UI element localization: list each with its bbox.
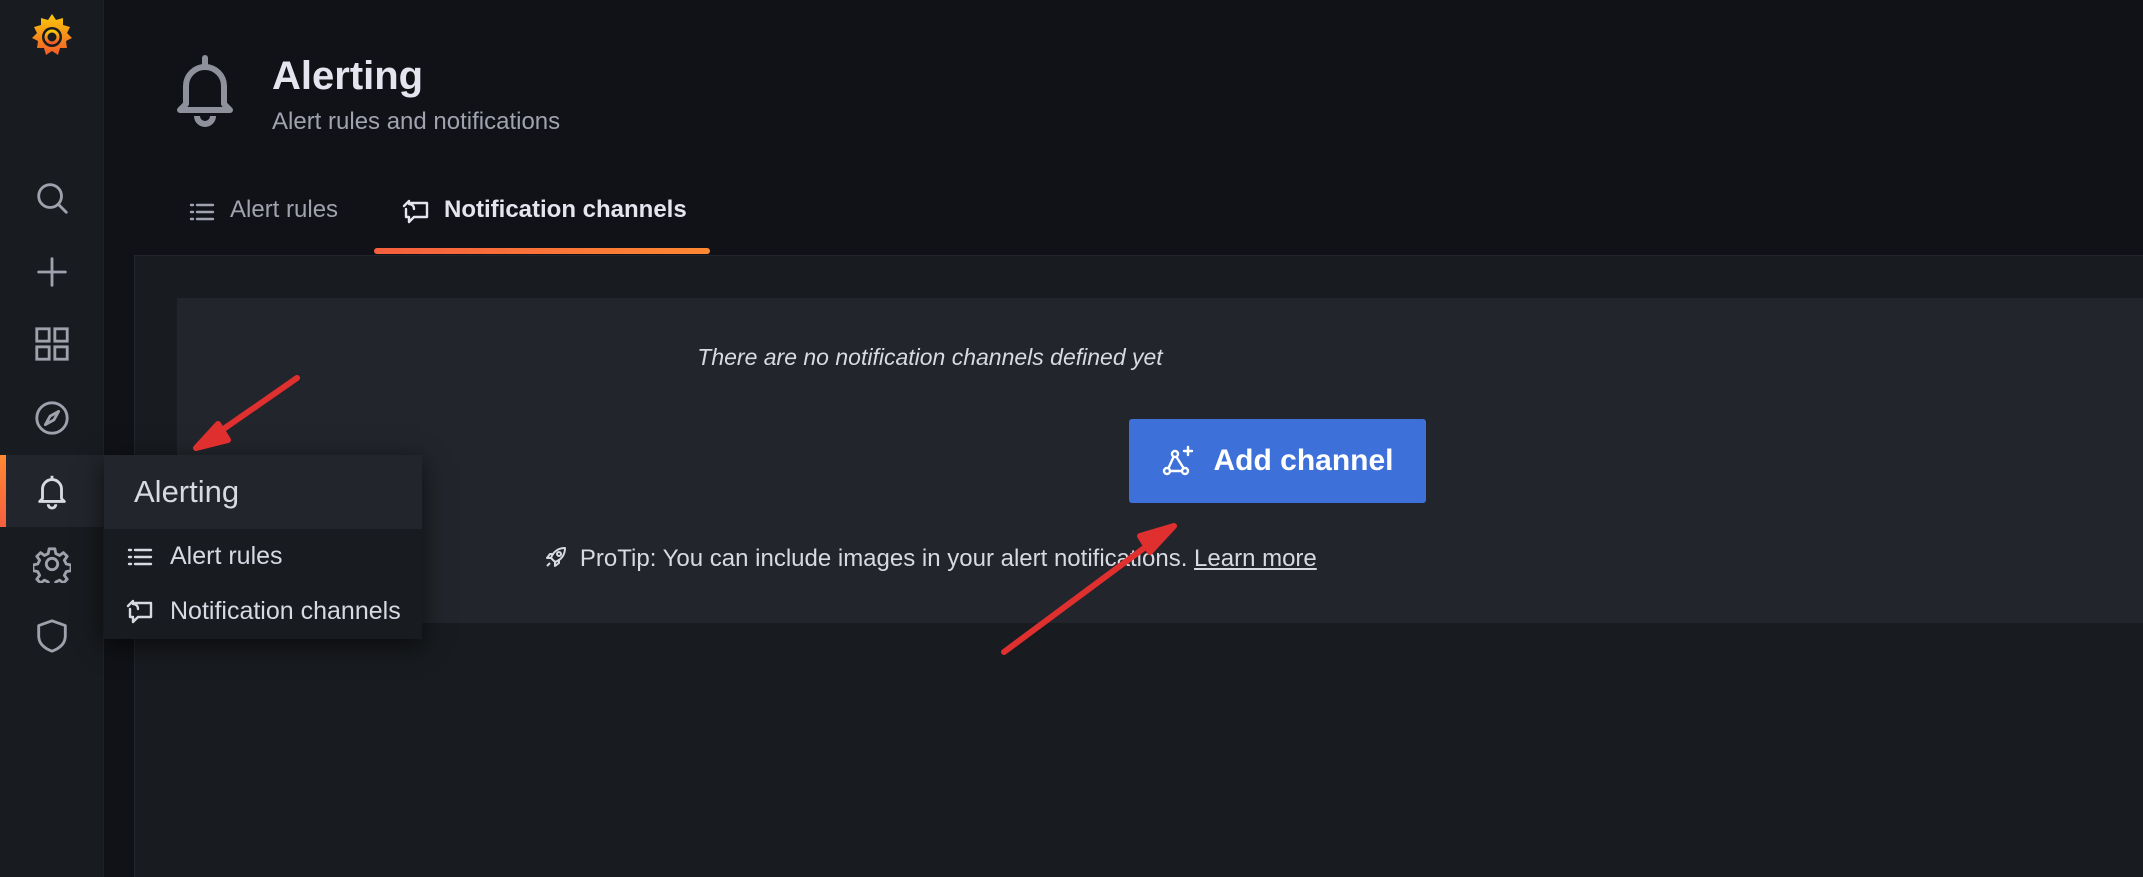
comment-alt-share-icon <box>402 199 429 224</box>
page-header: Alerting Alert rules and notifications A… <box>134 0 2143 255</box>
add-channel-label: Add channel <box>1213 444 1394 477</box>
add-channel-button[interactable]: Add channel <box>1129 419 1426 503</box>
tab-label: Alert rules <box>230 196 339 223</box>
tab-label: Notification channels <box>444 196 687 223</box>
cog-icon <box>33 547 71 583</box>
grafana-logo[interactable] <box>26 10 78 62</box>
active-tab-indicator <box>374 248 710 254</box>
page-title: Alerting <box>272 54 424 98</box>
sidebar-item-explore[interactable] <box>0 382 104 454</box>
compass-icon <box>35 401 69 435</box>
sidebar-item-server-admin[interactable] <box>0 600 104 672</box>
bell-icon <box>177 55 233 127</box>
bell-icon <box>38 475 66 510</box>
sidebar-item-alerting[interactable] <box>0 455 104 527</box>
flyout-item-label: Alert rules <box>170 542 283 570</box>
rocket-icon <box>546 547 567 567</box>
channel-add-icon <box>1163 445 1194 476</box>
comment-alt-share-icon <box>126 599 153 623</box>
alerting-flyout-menu: Alerting Alert rules Notification channe… <box>104 455 422 639</box>
flyout-item-alert-rules[interactable]: Alert rules <box>104 529 422 584</box>
learn-more-link[interactable]: Learn more <box>1194 545 1317 572</box>
sidebar <box>0 0 104 877</box>
list-icon <box>189 203 215 221</box>
page-subtitle: Alert rules and notifications <box>272 108 561 135</box>
tab-alert-rules[interactable]: Alert rules <box>188 196 338 254</box>
list-icon <box>127 548 153 565</box>
shield-icon <box>37 619 67 653</box>
empty-list-cta: There are no notification channels defin… <box>177 298 2143 623</box>
empty-state-message: There are no notification channels defin… <box>697 344 1163 370</box>
plus-icon <box>37 257 67 287</box>
sidebar-item-search[interactable] <box>0 162 104 234</box>
sidebar-item-create[interactable] <box>0 236 104 308</box>
apps-grid-icon <box>35 327 69 361</box>
flyout-title[interactable]: Alerting <box>104 455 422 529</box>
sidebar-item-configuration[interactable] <box>0 528 104 600</box>
protip-text: ProTip: You can include images in your a… <box>579 545 1188 572</box>
sidebar-item-dashboards[interactable] <box>0 308 104 380</box>
tab-notification-channels[interactable]: Notification channels <box>402 196 687 254</box>
page-content: There are no notification channels defin… <box>134 255 2143 877</box>
flyout-item-notification-channels[interactable]: Notification channels <box>104 584 422 639</box>
flyout-item-label: Notification channels <box>170 597 401 625</box>
app-root: Alerting Alert rules Notification channe… <box>0 0 2143 877</box>
search-icon <box>37 183 68 214</box>
